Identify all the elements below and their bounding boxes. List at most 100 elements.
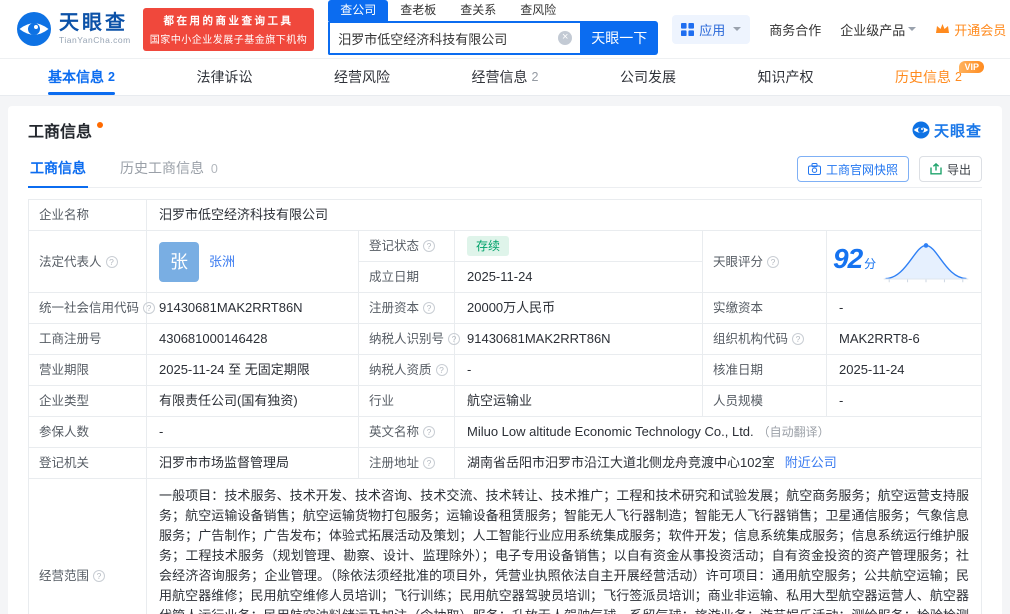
label-insured-count: 参保人数 [28, 416, 147, 448]
label-industry: 行业 [358, 385, 455, 417]
official-snapshot-button[interactable]: 工商官网快照 [796, 156, 909, 182]
tab-label: 历史信息 [895, 69, 951, 85]
value-company-type: 有限责任公司(国有独资) [146, 385, 359, 417]
label-business-scope: 经营范围 [28, 478, 147, 614]
tianyancha-logo[interactable]: 天眼查 TianYanCha.com [16, 11, 131, 47]
subtab-count: 0 [210, 162, 218, 176]
search-input[interactable] [330, 30, 559, 46]
score-unit: 分 [864, 257, 877, 271]
tianyancha-logo-icon [17, 12, 51, 46]
value-taxpayer-quality: - [454, 354, 703, 386]
tab-label: 法律诉讼 [196, 69, 253, 85]
label-taxpayer-id: 纳税人识别号 [358, 323, 461, 355]
score-number: 92 [833, 243, 863, 274]
tab-legal-proceedings[interactable]: 法律诉讼 [196, 59, 252, 95]
value-business-scope: 一般项目：技术服务、技术开发、技术咨询、技术交流、技术转让、技术推广；工程和技术… [146, 478, 982, 614]
label-reg-number: 工商注册号 [28, 323, 147, 355]
tab-history-info[interactable]: 历史信息 2 VIP [895, 59, 984, 95]
tab-business-info[interactable]: 经营信息 2 [472, 59, 539, 95]
search-button[interactable]: 天眼一下 [580, 21, 659, 55]
business-info-card: 工商信息 天眼查 工商信息 历史工商信息 0 工商官网快照 导出 企业名称 汨罗… [8, 106, 1002, 614]
value-business-term: 2025-11-24 至 无固定期限 [146, 354, 359, 386]
value-score[interactable]: 92 分 [826, 230, 982, 293]
tab-basic-info[interactable]: 基本信息 2 [48, 59, 115, 95]
tab-business-risk[interactable]: 经营风险 [334, 59, 390, 95]
legal-rep-avatar[interactable]: 张 [159, 241, 199, 282]
search-tabs: 查公司 查老板 查关系 查风险 [328, 0, 658, 21]
subtab-label: 工商信息 [30, 160, 86, 176]
nav-upgrade-vip[interactable]: 开通会员 [935, 20, 1010, 39]
search-tab-boss[interactable]: 查老板 [388, 0, 448, 21]
info-icon[interactable] [423, 240, 436, 252]
tab-intellectual-property[interactable]: 知识产权 [757, 59, 813, 95]
label-reg-capital: 注册资本 [358, 292, 455, 324]
chevron-down-icon [908, 27, 917, 31]
subtab-business-info[interactable]: 工商信息 [28, 150, 88, 188]
label-business-term: 营业期限 [28, 354, 147, 386]
info-icon[interactable] [448, 333, 461, 345]
label-company-name: 企业名称 [28, 199, 147, 231]
info-icon[interactable] [767, 255, 780, 268]
search-tab-company[interactable]: 查公司 [328, 0, 389, 21]
value-legal-rep: 张 张洲 [146, 230, 359, 293]
info-icon[interactable] [423, 302, 436, 314]
info-icon[interactable] [423, 426, 436, 438]
apps-menu[interactable]: 应用 [672, 14, 751, 44]
info-icon[interactable] [423, 457, 436, 469]
snapshot-button-label: 工商官网快照 [825, 162, 898, 177]
section-title: 工商信息 [28, 124, 93, 141]
score-distribution-chart [883, 242, 969, 282]
grid-icon [681, 22, 695, 36]
label-reg-authority: 登记机关 [28, 447, 147, 479]
promo-badge: 都在用的商业查询工具 国家中小企业发展子基金旗下机构 [142, 7, 315, 51]
value-taxpayer-id: 91430681MAK2RRT86N [454, 323, 703, 355]
nearby-companies-link[interactable]: 附近公司 [785, 455, 837, 470]
business-info-table: 企业名称 汨罗市低空经济科技有限公司 法定代表人 张 张洲 登记状态 存续 天眼… [28, 199, 982, 614]
export-button[interactable]: 导出 [918, 156, 982, 182]
tab-company-development[interactable]: 公司发展 [620, 59, 676, 95]
value-reg-authority: 汨罗市市场监督管理局 [146, 447, 359, 479]
value-staff-size: - [826, 385, 982, 417]
tianyancha-watermark: 天眼查 [912, 120, 982, 141]
label-staff-size: 人员规模 [702, 385, 827, 417]
tab-count: 2 [531, 70, 539, 84]
value-approval-date: 2025-11-24 [826, 354, 982, 386]
label-taxpayer-quality: 纳税人资质 [358, 354, 455, 386]
label-credit-code: 统一社会信用代码 [28, 292, 156, 324]
top-header: 天眼查 TianYanCha.com 都在用的商业查询工具 国家中小企业发展子基… [0, 0, 1010, 58]
nav-enterprise-products[interactable]: 企业级产品 [840, 20, 917, 39]
search-tab-risk[interactable]: 查风险 [508, 0, 568, 21]
export-button-label: 导出 [946, 162, 971, 177]
label-english-name: 英文名称 [358, 416, 455, 448]
top-nav: 应用 商务合作 企业级产品 开通会员 超级风... [658, 14, 1010, 44]
value-reg-status: 存续 [454, 230, 703, 262]
tianyancha-watermark-icon [912, 121, 930, 139]
tab-label: 基本信息 [48, 69, 104, 85]
tab-label: 公司发展 [619, 69, 676, 85]
info-icon[interactable] [143, 302, 156, 314]
label-reg-status: 登记状态 [358, 230, 455, 262]
value-org-code: MAK2RRT8-6 [826, 323, 982, 355]
label-paid-capital: 实缴资本 [702, 292, 827, 324]
info-icon[interactable] [105, 255, 118, 268]
subtab-row: 工商信息 历史工商信息 0 工商官网快照 导出 [28, 150, 982, 188]
nav-business-cooperation[interactable]: 商务合作 [769, 20, 821, 39]
promo-line1: 都在用的商业查询工具 [163, 14, 294, 27]
company-section-tabs: 基本信息 2 法律诉讼 经营风险 经营信息 2 公司发展 知识产权 历史信息 2… [0, 58, 1010, 96]
info-icon[interactable] [93, 570, 106, 582]
search-box [328, 21, 581, 55]
subtab-history-business-info[interactable]: 历史工商信息 0 [118, 150, 220, 187]
label-establish-date: 成立日期 [358, 261, 455, 293]
value-reg-capital: 20000万人民币 [454, 292, 703, 324]
info-icon[interactable] [435, 364, 448, 376]
value-company-name: 汨罗市低空经济科技有限公司 [146, 199, 982, 231]
clear-search-icon[interactable] [558, 31, 573, 45]
legal-rep-link[interactable]: 张洲 [209, 252, 235, 272]
nav-vip-label: 开通会员 [954, 22, 1007, 38]
search-tab-relation[interactable]: 查关系 [448, 0, 508, 21]
brand-domain: TianYanCha.com [59, 35, 131, 46]
watermark-label: 天眼查 [933, 122, 982, 140]
label-reg-address: 注册地址 [358, 447, 455, 479]
tab-count: 2 [108, 70, 115, 84]
info-icon[interactable] [792, 333, 805, 345]
